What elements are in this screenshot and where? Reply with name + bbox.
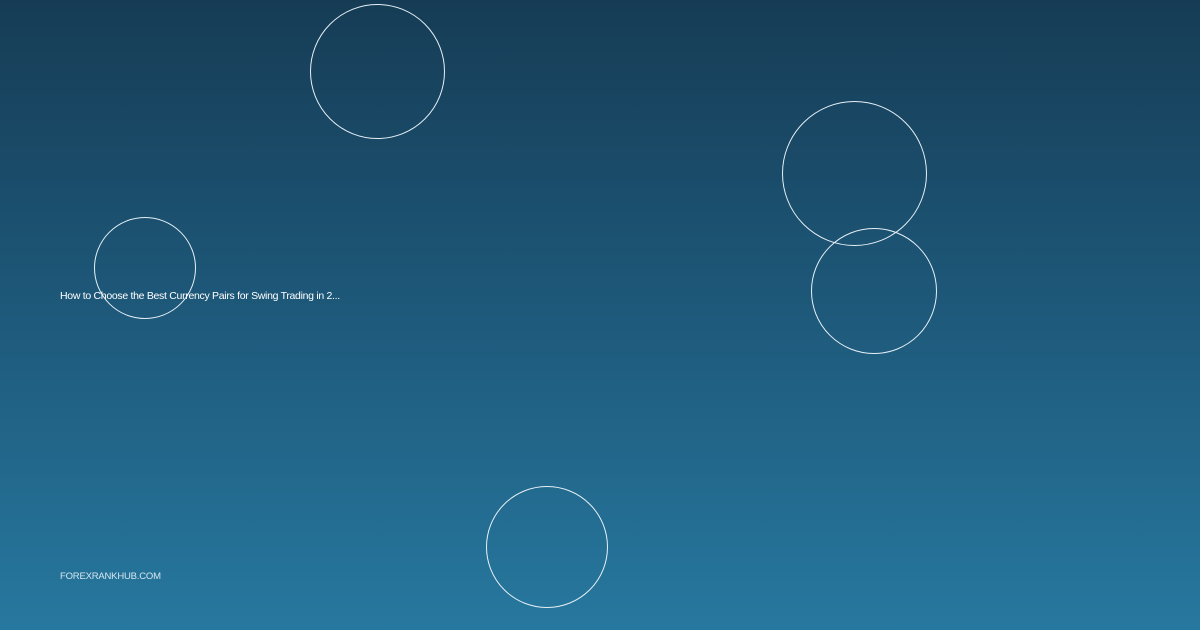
decorative-circle — [782, 101, 927, 246]
share-card: How to Choose the Best Currency Pairs fo… — [0, 0, 1200, 630]
decorative-circle — [94, 217, 196, 319]
decorative-circle — [486, 486, 608, 608]
decorative-circle — [310, 4, 445, 139]
decorative-circle — [811, 228, 937, 354]
site-domain: FOREXRANKHUB.COM — [60, 571, 161, 582]
article-headline: How to Choose the Best Currency Pairs fo… — [60, 290, 340, 302]
